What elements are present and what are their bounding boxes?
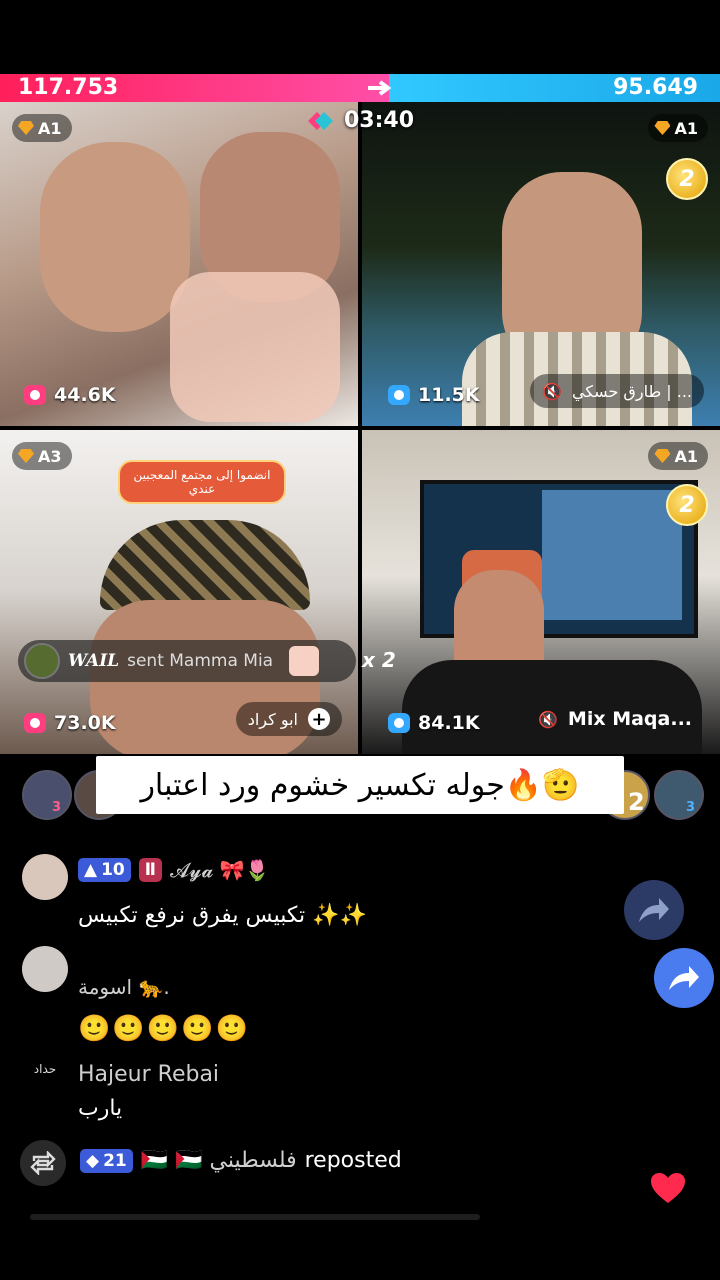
like-button[interactable]: [650, 1172, 686, 1208]
gift-notification: WAIL sent Mamma Mia: [18, 640, 356, 682]
viewer-rank: 2: [628, 788, 645, 816]
viewer-rank: 3: [52, 800, 62, 815]
viewer-avatar[interactable]: [654, 770, 704, 820]
viewer-count: 44.6K: [24, 384, 116, 406]
rank-badge: 2: [666, 158, 708, 200]
mute-icon[interactable]: 🔇: [542, 382, 562, 401]
repost-icon: [20, 1140, 66, 1186]
viewer-count: 73.0K: [24, 712, 116, 734]
close-plus-icon[interactable]: +: [308, 708, 330, 730]
mute-icon[interactable]: 🔇: [538, 710, 558, 729]
diamond-icon: ◆: [86, 1150, 100, 1171]
viewer-rank: 3: [686, 800, 696, 815]
level-badge: A3: [12, 442, 72, 470]
live-viewers-icon: [388, 385, 410, 405]
share-button-ghost[interactable]: [624, 880, 684, 940]
diamond-icon: [654, 449, 671, 463]
rank-badge: 2: [666, 484, 708, 526]
comment-username[interactable]: 𝓐𝔂𝓪 🎀🌷: [170, 858, 270, 882]
video-tile-4[interactable]: A1 2 84.1K 🔇 Mix Maqa...: [362, 430, 720, 754]
video-tile-1[interactable]: A1 44.6K: [0, 102, 358, 426]
repost-line: ◆ 21 🇵🇸 🇵🇸 فلسطيني reposted: [80, 1148, 402, 1173]
comment-header: ▲ 10 Ⅱ 𝓐𝔂𝓪 🎀🌷: [78, 858, 270, 882]
comment-username[interactable]: Hajeur Rebai: [78, 1062, 219, 1087]
commenter-avatar[interactable]: حداد: [22, 1062, 68, 1108]
live-viewers-icon: [388, 713, 410, 733]
level-badge: A1: [648, 114, 708, 142]
share-arrow-icon: [669, 966, 699, 990]
diamond-icon: [18, 449, 34, 463]
host-name-pill[interactable]: 🔇 Mix Maqa...: [526, 702, 704, 736]
fan-icon: Ⅱ: [144, 860, 156, 880]
level-chip: ▲ 10: [78, 858, 131, 882]
triangle-icon: ▲: [84, 860, 98, 880]
level-chip: ◆ 21: [80, 1148, 133, 1173]
gift-count: x 2: [362, 648, 396, 672]
score-left: 117.753: [18, 75, 119, 100]
viewer-count: 84.1K: [388, 712, 480, 734]
comment-text: 🙂🙂🙂🙂🙂: [78, 1014, 250, 1044]
comment-text: تكبيس يفرق نرفع تكبيس ✨✨: [78, 903, 367, 928]
commenter-avatar[interactable]: [22, 946, 68, 992]
fan-club-banner[interactable]: انضموا إلى مجتمع المعجبين عندي: [118, 460, 286, 504]
gift-icon: [289, 646, 320, 676]
diamond-icon: [18, 121, 34, 135]
viewer-count: 11.5K: [388, 384, 480, 406]
battle-timer: 03:40: [306, 108, 414, 133]
video-caption: جوله تكسير خشوم ورد اعتبار🔥🫡: [96, 756, 624, 814]
comment-input-bar[interactable]: [30, 1214, 480, 1220]
gift-text: sent Mamma Mia: [127, 651, 274, 671]
share-button[interactable]: [654, 948, 714, 1008]
comment-username[interactable]: اسومة 🐆.: [78, 975, 170, 999]
heart-icon: [651, 1173, 685, 1203]
host-name-pill[interactable]: ابو كراد +: [235, 702, 342, 736]
battle-icon: [308, 111, 333, 130]
video-tile-3[interactable]: انضموا إلى مجتمع المعجبين عندي A3 73.0K …: [0, 430, 358, 754]
host-name-pill[interactable]: 🔇 طارق حسكي | ...: [530, 374, 704, 408]
live-viewers-icon: [24, 713, 46, 733]
viewer-avatar[interactable]: [22, 770, 72, 820]
comment-username[interactable]: 🇵🇸 🇵🇸 فلسطيني: [141, 1148, 297, 1173]
comment-header: اسومة 🐆.: [78, 975, 170, 999]
diamond-icon: [654, 121, 671, 135]
avatar: [24, 643, 60, 679]
video-tile-2[interactable]: A1 2 11.5K 🔇 طارق حسكي | ...: [362, 102, 720, 426]
commenter-avatar[interactable]: [22, 854, 68, 900]
battle-arrow-icon: [366, 78, 398, 98]
comment-header: Hajeur Rebai: [78, 1062, 219, 1087]
share-arrow-icon: [639, 898, 669, 922]
level-badge: A1: [648, 442, 708, 470]
fan-badge: Ⅱ: [138, 858, 162, 882]
level-badge: A1: [12, 114, 72, 142]
comment-text: يارب: [78, 1096, 123, 1121]
score-right: 95.649: [613, 75, 698, 100]
gift-sender: WAIL: [68, 651, 120, 671]
repost-text: reposted: [304, 1148, 402, 1173]
live-viewers-icon: [24, 385, 46, 405]
